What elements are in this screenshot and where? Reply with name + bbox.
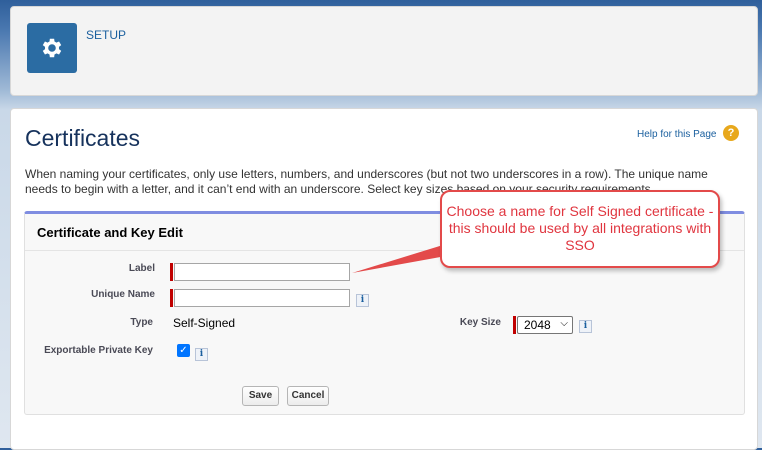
- annotation-callout: Choose a name for Self Signed certificat…: [440, 190, 720, 268]
